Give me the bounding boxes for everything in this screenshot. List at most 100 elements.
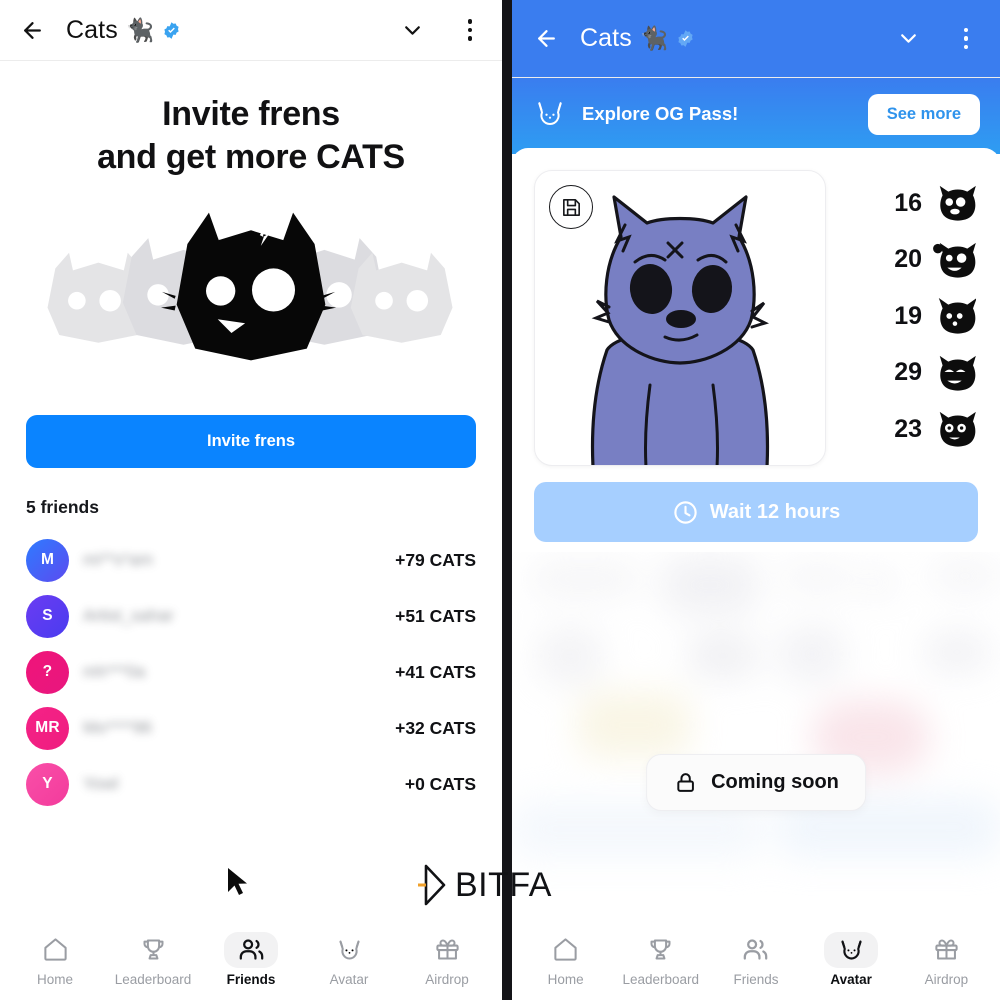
og-pass-banner[interactable]: Explore OG Pass! See more [512, 78, 1000, 154]
list-item[interactable]: M mi**s*am +79 CATS [26, 532, 476, 588]
stat-value: 29 [894, 358, 922, 386]
nav-label: Friends [226, 971, 276, 987]
gift-icon [935, 939, 958, 960]
verified-badge-icon [164, 21, 180, 39]
left-phone-panel: Cats 🐈‍⬛ Invite frens and get more CAT [0, 0, 502, 1000]
stat-row[interactable]: 23 [844, 410, 976, 448]
nav-label: Home [547, 971, 584, 987]
chat-title-group[interactable]: Cats 🐈‍⬛ [580, 24, 894, 53]
stat-value: 19 [894, 301, 922, 330]
left-content: Invite frens and get more CATS Invite fr… [0, 61, 502, 922]
nav-item-friends[interactable]: Friends [208, 931, 294, 987]
menu-button[interactable] [456, 16, 484, 44]
mouse-cursor [228, 868, 247, 895]
nav-label: Avatar [830, 971, 872, 987]
nav-label: Airdrop [924, 971, 969, 987]
list-item[interactable]: ? mh***0a +41 CATS [26, 644, 476, 700]
avatar: MR [26, 706, 69, 750]
back-button[interactable] [18, 16, 46, 44]
right-header-actions [894, 25, 980, 53]
chat-title-group[interactable]: Cats 🐈‍⬛ [66, 16, 398, 45]
friends-count-label: 5 friends [26, 497, 99, 517]
stat-row[interactable]: 19 [844, 297, 976, 335]
stat-row[interactable]: 20 [844, 241, 976, 279]
blue-cat-avatar [590, 195, 770, 465]
nav-item-airdrop[interactable]: Airdrop [404, 932, 490, 987]
screenshot-root: Cats 🐈‍⬛ Invite frens and get more CAT [0, 0, 1000, 1000]
page-title-line2: and get more CATS [97, 138, 405, 176]
wait-button-label: Wait 12 hours [709, 500, 841, 523]
nav-item-leaderboard[interactable]: Leaderboard [110, 932, 196, 987]
cat-face-black-icon [939, 185, 976, 221]
cat-emoji-icon: 🐈‍⬛ [639, 25, 669, 51]
friend-username: Artist_sahar [83, 606, 174, 625]
nav-item-leaderboard[interactable]: Leaderboard [618, 932, 704, 987]
nav-label: Leaderboard [114, 971, 192, 987]
coming-soon-badge: Coming soon [646, 754, 866, 811]
stat-row[interactable]: 29 [844, 354, 976, 392]
stat-row[interactable]: 16 [844, 184, 976, 222]
see-more-button[interactable]: See more [867, 93, 980, 135]
nav-label: Leaderboard [622, 971, 700, 987]
right-telegram-header: Cats 🐈‍⬛ [512, 0, 1000, 78]
kebab-menu-icon [963, 27, 969, 50]
save-avatar-button[interactable] [549, 185, 593, 229]
page-title: Invite frens and get more CATS [26, 93, 476, 179]
banner-text: Explore OG Pass! [582, 103, 739, 124]
stat-value: 23 [894, 414, 922, 443]
invite-frens-button[interactable]: Invite frens [26, 415, 476, 468]
trophy-icon [650, 939, 671, 960]
cat-face-black-icon [938, 297, 976, 334]
nav-item-avatar[interactable]: Avatar [306, 932, 392, 987]
left-telegram-header: Cats 🐈‍⬛ [0, 0, 502, 61]
collapse-button[interactable] [894, 25, 922, 53]
nav-item-home[interactable]: Home [523, 932, 609, 987]
lock-icon [677, 773, 694, 792]
list-item[interactable]: Y Yowl +0 CATS [26, 756, 476, 812]
friend-username: Yowl [83, 774, 119, 793]
left-header-actions [398, 16, 484, 44]
friend-reward: +51 CATS [395, 605, 476, 626]
cat-face-black-icon [939, 411, 976, 447]
chat-title: Cats [66, 15, 118, 44]
clock-icon [674, 500, 697, 524]
nav-item-avatar[interactable]: Avatar [808, 931, 894, 987]
chat-title: Cats [580, 24, 632, 52]
coming-soon-label: Coming soon [711, 771, 839, 793]
chevron-down-icon [404, 25, 420, 35]
wait-timer-button[interactable]: Wait 12 hours [534, 482, 978, 542]
right-bottom-nav: Home Leaderboard Friends Avatar Airdrop [512, 922, 1000, 1000]
nav-item-home[interactable]: Home [12, 932, 98, 987]
nav-item-friends[interactable]: Friends [713, 932, 799, 987]
friend-username: mi**s*am [83, 550, 153, 569]
back-button[interactable] [532, 25, 560, 53]
list-item[interactable]: MR Mo****96 +32 CATS [26, 700, 476, 756]
avatar-screen-body: 16 20 19 29 23 Wait 12 hours Coming soon [512, 148, 1000, 922]
save-floppy-icon [562, 198, 580, 216]
avatar-preview-card [534, 170, 826, 466]
friend-reward: +41 CATS [395, 661, 476, 682]
nav-label: Airdrop [425, 971, 469, 987]
left-bottom-nav: Home Leaderboard Friends Avatar Airdrop [0, 922, 502, 1000]
avatar: M [26, 538, 69, 582]
cat-emoji-icon: 🐈‍⬛ [125, 16, 155, 43]
cats-logo-icon [47, 212, 453, 361]
avatar-area: 16 20 19 29 23 [534, 170, 978, 466]
collapse-button[interactable] [398, 16, 426, 44]
friend-username: Mo****96 [83, 718, 152, 737]
nav-label: Home [36, 971, 73, 987]
people-icon [744, 939, 768, 960]
home-icon [43, 938, 67, 961]
arrow-left-icon [23, 21, 41, 39]
arrow-left-icon [537, 30, 555, 47]
chevron-down-icon [900, 34, 916, 43]
cat-face-black-icon [939, 355, 976, 391]
avatar: S [26, 594, 69, 638]
cats-logo-hero [26, 193, 476, 383]
nav-item-airdrop[interactable]: Airdrop [903, 932, 989, 987]
people-icon [239, 939, 263, 960]
gift-icon [435, 939, 459, 960]
list-item[interactable]: S Artist_sahar +51 CATS [26, 588, 476, 644]
locked-content-area: Coming soon [512, 552, 1000, 922]
menu-button[interactable] [952, 25, 980, 53]
